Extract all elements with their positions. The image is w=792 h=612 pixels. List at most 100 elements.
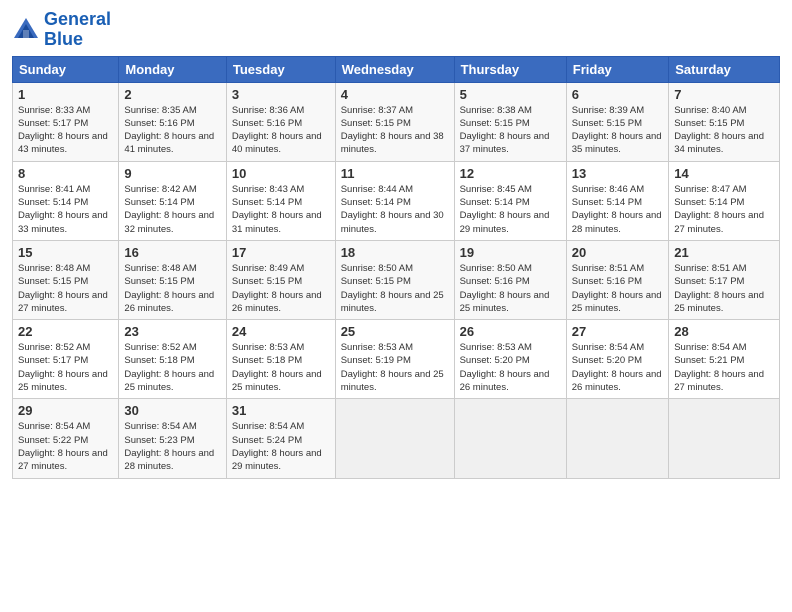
day-number: 22	[18, 324, 113, 339]
day-number: 21	[674, 245, 774, 260]
day-cell: 9 Sunrise: 8:42 AMSunset: 5:14 PMDaylight…	[119, 161, 226, 240]
day-cell	[454, 399, 566, 478]
day-info: Sunrise: 8:35 AMSunset: 5:16 PMDaylight:…	[124, 104, 220, 157]
day-info: Sunrise: 8:41 AMSunset: 5:14 PMDaylight:…	[18, 183, 113, 236]
column-header-friday: Friday	[566, 56, 668, 82]
day-cell: 22 Sunrise: 8:52 AMSunset: 5:17 PMDayligh…	[13, 320, 119, 399]
day-info: Sunrise: 8:50 AMSunset: 5:16 PMDaylight:…	[460, 262, 561, 315]
day-info: Sunrise: 8:54 AMSunset: 5:20 PMDaylight:…	[572, 341, 663, 394]
day-info: Sunrise: 8:54 AMSunset: 5:23 PMDaylight:…	[124, 420, 220, 473]
day-info: Sunrise: 8:52 AMSunset: 5:17 PMDaylight:…	[18, 341, 113, 394]
day-cell: 26Sunrise: 8:53 AMSunset: 5:20 PMDayligh…	[454, 320, 566, 399]
day-info: Sunrise: 8:53 AMSunset: 5:18 PMDaylight:…	[232, 341, 330, 394]
logo: General Blue	[12, 10, 111, 50]
day-info: Sunrise: 8:47 AMSunset: 5:14 PMDaylight:…	[674, 183, 774, 236]
day-cell	[566, 399, 668, 478]
day-number: 15	[18, 245, 113, 260]
calendar-container: General Blue SundayMondayTuesdayWednesda…	[0, 0, 792, 487]
day-number: 14	[674, 166, 774, 181]
day-number: 30	[124, 403, 220, 418]
day-number: 1	[18, 87, 113, 102]
day-cell: 11Sunrise: 8:44 AMSunset: 5:14 PMDayligh…	[335, 161, 454, 240]
day-cell: 4 Sunrise: 8:37 AMSunset: 5:15 PMDaylight…	[335, 82, 454, 161]
day-info: Sunrise: 8:48 AMSunset: 5:15 PMDaylight:…	[124, 262, 220, 315]
day-info: Sunrise: 8:50 AMSunset: 5:15 PMDaylight:…	[341, 262, 449, 315]
day-cell: 29Sunrise: 8:54 AMSunset: 5:22 PMDayligh…	[13, 399, 119, 478]
column-header-monday: Monday	[119, 56, 226, 82]
day-info: Sunrise: 8:48 AMSunset: 5:15 PMDaylight:…	[18, 262, 113, 315]
day-cell: 2 Sunrise: 8:35 AMSunset: 5:16 PMDaylight…	[119, 82, 226, 161]
day-cell: 1 Sunrise: 8:33 AMSunset: 5:17 PMDaylight…	[13, 82, 119, 161]
day-number: 29	[18, 403, 113, 418]
day-info: Sunrise: 8:40 AMSunset: 5:15 PMDaylight:…	[674, 104, 774, 157]
day-cell: 5 Sunrise: 8:38 AMSunset: 5:15 PMDaylight…	[454, 82, 566, 161]
day-number: 4	[341, 87, 449, 102]
day-number: 6	[572, 87, 663, 102]
day-cell: 10Sunrise: 8:43 AMSunset: 5:14 PMDayligh…	[226, 161, 335, 240]
header: General Blue	[12, 10, 780, 50]
day-cell: 18 Sunrise: 8:50 AMSunset: 5:15 PMDayligh…	[335, 240, 454, 319]
day-info: Sunrise: 8:54 AMSunset: 5:21 PMDaylight:…	[674, 341, 774, 394]
day-number: 7	[674, 87, 774, 102]
day-number: 9	[124, 166, 220, 181]
week-row-1: 1 Sunrise: 8:33 AMSunset: 5:17 PMDaylight…	[13, 82, 780, 161]
day-cell: 7 Sunrise: 8:40 AMSunset: 5:15 PMDaylight…	[669, 82, 780, 161]
calendar-table: SundayMondayTuesdayWednesdayThursdayFrid…	[12, 56, 780, 479]
day-info: Sunrise: 8:52 AMSunset: 5:18 PMDaylight:…	[124, 341, 220, 394]
day-number: 11	[341, 166, 449, 181]
header-row: SundayMondayTuesdayWednesdayThursdayFrid…	[13, 56, 780, 82]
column-header-wednesday: Wednesday	[335, 56, 454, 82]
day-info: Sunrise: 8:54 AMSunset: 5:24 PMDaylight:…	[232, 420, 330, 473]
day-info: Sunrise: 8:45 AMSunset: 5:14 PMDaylight:…	[460, 183, 561, 236]
day-number: 24	[232, 324, 330, 339]
day-cell: 15 Sunrise: 8:48 AMSunset: 5:15 PMDayligh…	[13, 240, 119, 319]
day-cell: 21 Sunrise: 8:51 AMSunset: 5:17 PMDayligh…	[669, 240, 780, 319]
day-number: 13	[572, 166, 663, 181]
day-info: Sunrise: 8:33 AMSunset: 5:17 PMDaylight:…	[18, 104, 113, 157]
day-cell: 25Sunrise: 8:53 AMSunset: 5:19 PMDayligh…	[335, 320, 454, 399]
week-row-2: 8 Sunrise: 8:41 AMSunset: 5:14 PMDaylight…	[13, 161, 780, 240]
day-info: Sunrise: 8:53 AMSunset: 5:20 PMDaylight:…	[460, 341, 561, 394]
column-header-thursday: Thursday	[454, 56, 566, 82]
day-number: 25	[341, 324, 449, 339]
week-row-4: 22 Sunrise: 8:52 AMSunset: 5:17 PMDayligh…	[13, 320, 780, 399]
day-cell: 27 Sunrise: 8:54 AMSunset: 5:20 PMDayligh…	[566, 320, 668, 399]
day-number: 19	[460, 245, 561, 260]
day-cell: 24 Sunrise: 8:53 AMSunset: 5:18 PMDayligh…	[226, 320, 335, 399]
logo-icon	[12, 16, 40, 44]
day-cell: 3Sunrise: 8:36 AMSunset: 5:16 PMDaylight…	[226, 82, 335, 161]
day-cell: 13 Sunrise: 8:46 AMSunset: 5:14 PMDayligh…	[566, 161, 668, 240]
day-number: 20	[572, 245, 663, 260]
day-number: 27	[572, 324, 663, 339]
day-number: 31	[232, 403, 330, 418]
day-number: 12	[460, 166, 561, 181]
day-cell: 30 Sunrise: 8:54 AMSunset: 5:23 PMDayligh…	[119, 399, 226, 478]
day-info: Sunrise: 8:39 AMSunset: 5:15 PMDaylight:…	[572, 104, 663, 157]
column-header-saturday: Saturday	[669, 56, 780, 82]
day-cell: 19 Sunrise: 8:50 AMSunset: 5:16 PMDayligh…	[454, 240, 566, 319]
day-cell: 12 Sunrise: 8:45 AMSunset: 5:14 PMDayligh…	[454, 161, 566, 240]
day-cell: 31 Sunrise: 8:54 AMSunset: 5:24 PMDayligh…	[226, 399, 335, 478]
day-info: Sunrise: 8:37 AMSunset: 5:15 PMDaylight:…	[341, 104, 449, 157]
day-number: 18	[341, 245, 449, 260]
day-number: 8	[18, 166, 113, 181]
day-cell: 8 Sunrise: 8:41 AMSunset: 5:14 PMDaylight…	[13, 161, 119, 240]
day-number: 10	[232, 166, 330, 181]
day-info: Sunrise: 8:51 AMSunset: 5:16 PMDaylight:…	[572, 262, 663, 315]
day-number: 5	[460, 87, 561, 102]
day-info: Sunrise: 8:51 AMSunset: 5:17 PMDaylight:…	[674, 262, 774, 315]
day-cell: 28 Sunrise: 8:54 AMSunset: 5:21 PMDayligh…	[669, 320, 780, 399]
day-info: Sunrise: 8:49 AMSunset: 5:15 PMDaylight:…	[232, 262, 330, 315]
day-cell: 6 Sunrise: 8:39 AMSunset: 5:15 PMDaylight…	[566, 82, 668, 161]
column-header-sunday: Sunday	[13, 56, 119, 82]
day-info: Sunrise: 8:38 AMSunset: 5:15 PMDaylight:…	[460, 104, 561, 157]
day-info: Sunrise: 8:42 AMSunset: 5:14 PMDaylight:…	[124, 183, 220, 236]
day-number: 17	[232, 245, 330, 260]
day-number: 23	[124, 324, 220, 339]
day-info: Sunrise: 8:46 AMSunset: 5:14 PMDaylight:…	[572, 183, 663, 236]
day-number: 2	[124, 87, 220, 102]
day-info: Sunrise: 8:36 AMSunset: 5:16 PMDaylight:…	[232, 104, 330, 157]
week-row-3: 15 Sunrise: 8:48 AMSunset: 5:15 PMDayligh…	[13, 240, 780, 319]
day-number: 28	[674, 324, 774, 339]
column-header-tuesday: Tuesday	[226, 56, 335, 82]
